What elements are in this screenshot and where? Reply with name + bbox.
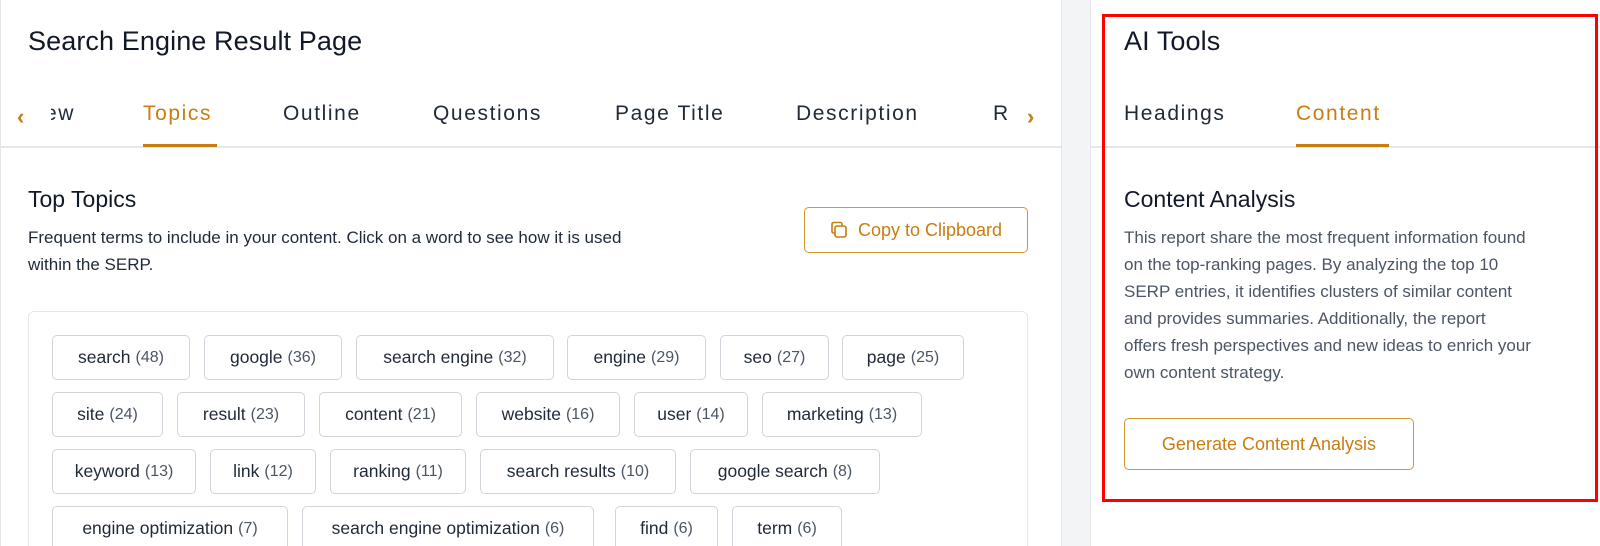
ai-tools-panel: AI Tools Headings Content Content Analys…: [1090, 0, 1600, 546]
chip-count: (6): [797, 519, 817, 537]
chip-count: (16): [565, 405, 595, 423]
topic-chip[interactable]: search results (10): [480, 449, 676, 494]
topic-chip[interactable]: marketing (13): [762, 392, 922, 437]
description-line: within the SERP.: [28, 255, 154, 274]
chip-term: google: [229, 347, 283, 367]
top-topics-description: Frequent terms to include in your conten…: [28, 224, 748, 278]
topic-chip[interactable]: site (24): [52, 392, 163, 437]
panel-title: Search Engine Result Page: [28, 26, 363, 56]
serp-panel: Search Engine Result Page ‹ ew Topics Ou…: [0, 0, 1062, 546]
description-line: and provides summaries. Additionally, th…: [1124, 309, 1486, 328]
topics-chip-container: search (48) google (36) search engine (32) …: [28, 311, 1028, 546]
chip-term: search engine: [383, 347, 494, 367]
chip-term: seo: [743, 347, 772, 367]
chip-count: (23): [250, 405, 280, 423]
topic-chip[interactable]: search engine optimization (6): [302, 506, 594, 546]
chip-term: content: [345, 404, 403, 424]
chip-term: find: [640, 518, 669, 538]
tab-overview[interactable]: ew: [51, 102, 75, 126]
chip-count: (6): [544, 519, 565, 537]
topic-chip[interactable]: search (48): [52, 335, 190, 380]
copy-to-clipboard-button[interactable]: Copy to Clipboard: [804, 207, 1028, 253]
chip-term: site: [77, 404, 105, 424]
tab-topics[interactable]: Topics: [143, 102, 212, 126]
description-line: SERP entries, it identifies clusters of …: [1124, 282, 1513, 301]
ai-tools-tabbar: Headings Content: [1091, 92, 1600, 148]
tab-outline[interactable]: Outline: [283, 102, 361, 126]
chip-count: (14): [696, 405, 725, 423]
chip-term: engine: [593, 347, 647, 367]
generate-content-analysis-button[interactable]: Generate Content Analysis: [1124, 418, 1414, 470]
chip-count: (7): [238, 519, 258, 537]
topic-chip[interactable]: search engine (32): [356, 335, 554, 380]
tab-next-partial[interactable]: R: [993, 102, 1007, 126]
topic-chip[interactable]: page (25): [842, 335, 964, 380]
chip-term: search: [78, 347, 131, 367]
chip-count: (32): [498, 348, 527, 366]
chip-count: (48): [135, 348, 164, 366]
chip-term: ranking: [353, 461, 411, 481]
top-topics-heading: Top Topics: [28, 186, 137, 212]
topic-chip[interactable]: google search (8): [690, 449, 880, 494]
chevron-right-icon[interactable]: ›: [1027, 104, 1034, 130]
topic-chip[interactable]: user (14): [634, 392, 748, 437]
description-line: offers fresh perspectives and new ideas …: [1124, 336, 1531, 355]
topic-chip[interactable]: engine (29): [567, 335, 706, 380]
description-line: on the top-ranking pages. By analyzing t…: [1124, 255, 1499, 274]
chip-term: marketing: [786, 404, 864, 424]
copy-icon: [831, 221, 847, 238]
topic-chip[interactable]: find (6): [615, 506, 718, 546]
chip-count: (13): [868, 405, 898, 423]
serp-tabbar: ‹ ew Topics Outline Questions Page Title…: [1, 92, 1061, 148]
tab-headings[interactable]: Headings: [1124, 102, 1226, 126]
tab-questions[interactable]: Questions: [433, 102, 542, 126]
topic-chip[interactable]: result (23): [177, 392, 305, 437]
topic-chip[interactable]: seo (27): [720, 335, 829, 380]
chip-term: search engine optimization: [331, 518, 540, 538]
copy-button-label: Copy to Clipboard: [857, 219, 1003, 240]
chip-term: link: [233, 461, 260, 481]
description-line: Frequent terms to include in your conten…: [28, 228, 622, 247]
chip-count: (36): [287, 348, 316, 366]
topic-chip[interactable]: website (16): [476, 392, 620, 437]
chip-term: search results: [506, 461, 616, 481]
chip-count: (13): [144, 462, 174, 480]
topic-chip[interactable]: keyword (13): [52, 449, 196, 494]
content-analysis-heading: Content Analysis: [1124, 186, 1296, 212]
chevron-left-icon[interactable]: ‹: [17, 104, 24, 130]
chip-count: (11): [415, 462, 443, 480]
description-line: This report share the most frequent info…: [1124, 228, 1526, 247]
content-analysis-description: This report share the most frequent info…: [1124, 224, 1594, 386]
chip-count: (29): [651, 348, 680, 366]
chip-count: (10): [620, 462, 650, 480]
chip-term: keyword: [74, 461, 140, 481]
chip-count: (12): [264, 462, 293, 480]
topic-chip[interactable]: content (21): [319, 392, 462, 437]
topic-chip[interactable]: engine optimization (7): [52, 506, 288, 546]
chip-term: website: [501, 404, 561, 424]
topic-chip[interactable]: link (12): [210, 449, 316, 494]
chip-term: user: [657, 404, 692, 424]
chip-term: term: [757, 518, 793, 538]
chip-term: engine optimization: [82, 518, 234, 538]
tab-description[interactable]: Description: [796, 102, 919, 126]
chip-count: (6): [673, 519, 693, 537]
topic-chip[interactable]: term (6): [732, 506, 842, 546]
tab-page-title[interactable]: Page Title: [615, 102, 724, 126]
chip-count: (8): [832, 462, 853, 480]
chip-term: result: [202, 404, 246, 424]
active-tab-indicator: [143, 144, 217, 147]
chip-term: page: [866, 347, 906, 367]
active-tab-indicator: [1296, 144, 1389, 147]
topic-chip[interactable]: google (36): [204, 335, 342, 380]
description-line: own content strategy.: [1124, 363, 1285, 382]
chip-count: (27): [776, 348, 806, 366]
chip-count: (25): [910, 348, 940, 366]
panel-title: AI Tools: [1124, 26, 1221, 56]
chip-count: (24): [109, 405, 138, 423]
chip-count: (21): [407, 405, 436, 423]
chip-term: google search: [717, 461, 828, 481]
topic-chip[interactable]: ranking (11): [330, 449, 466, 494]
tab-content[interactable]: Content: [1296, 102, 1381, 126]
